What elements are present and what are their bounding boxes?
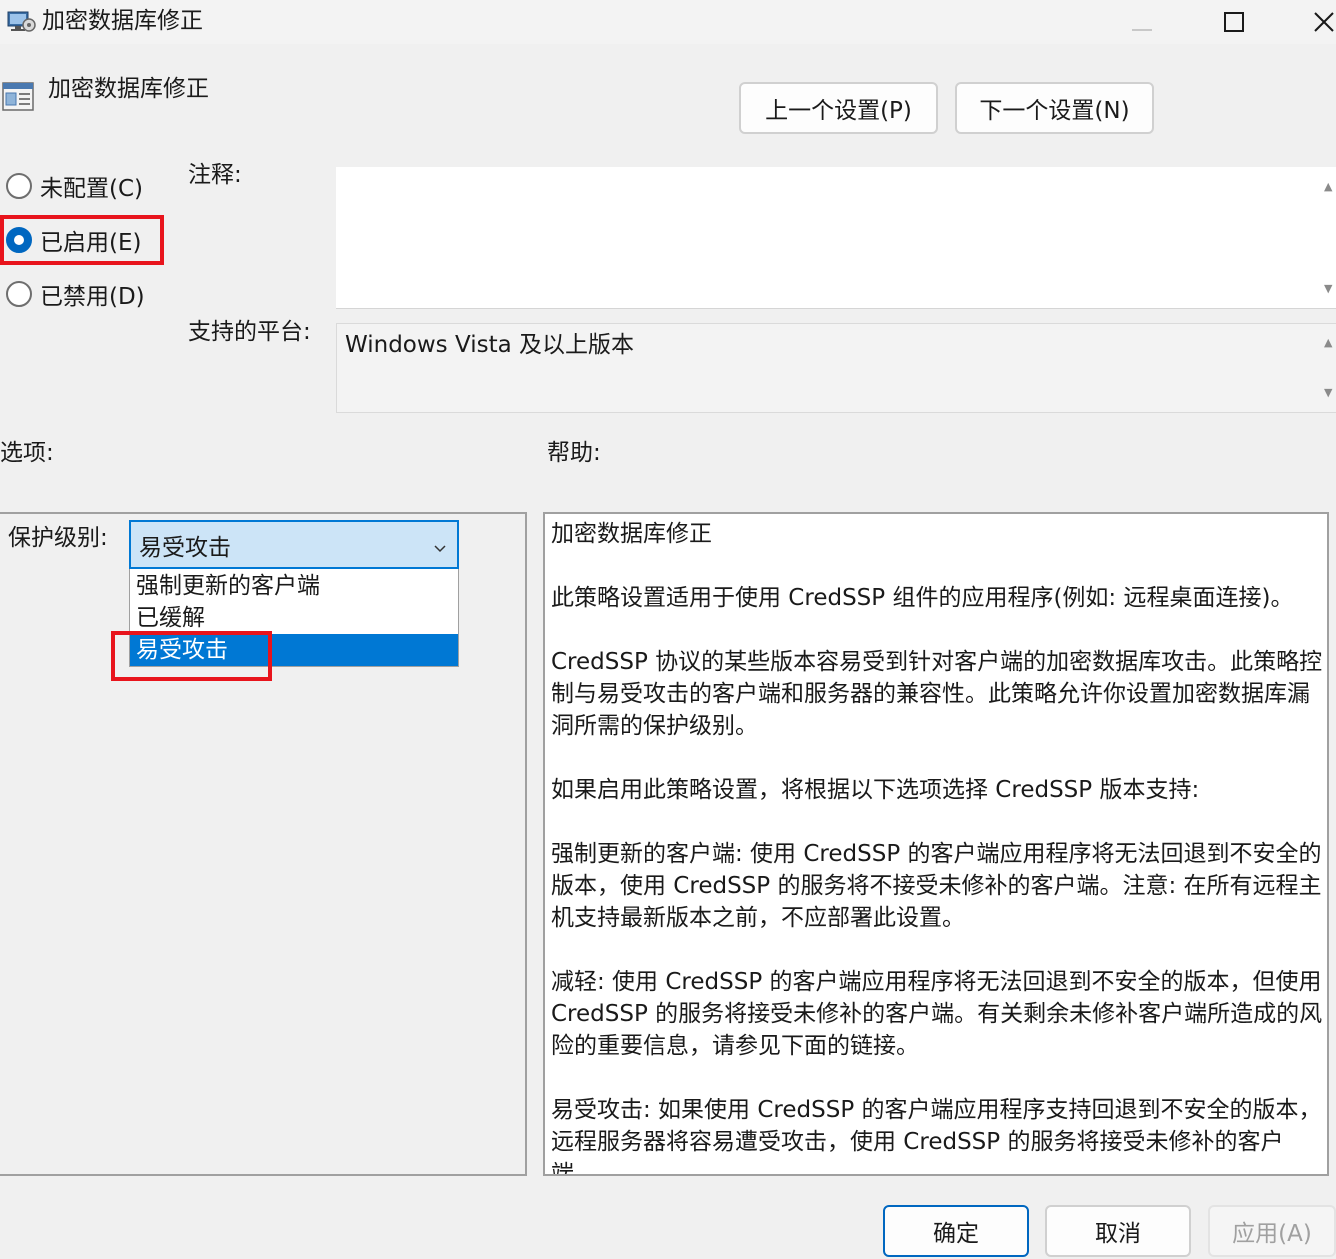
window-title: 加密数据库修正 <box>42 8 203 34</box>
group-policy-app-icon <box>6 8 36 34</box>
cancel-button[interactable]: 取消 <box>1045 1205 1191 1257</box>
help-text: 加密数据库修正 此策略设置适用于使用 CredSSP 组件的应用程序(例如: 远… <box>551 518 1323 1176</box>
help-paragraph: 如果启用此策略设置，将根据以下选项选择 CredSSP 版本支持: <box>551 777 1200 803</box>
radio-not-configured-label: 未配置(C) <box>40 176 144 202</box>
maximize-icon[interactable] <box>1206 0 1262 44</box>
scroll-down-icon[interactable]: ▼ <box>1324 386 1332 399</box>
radio-disabled[interactable]: 已禁用(D) <box>6 277 145 311</box>
ok-button[interactable]: 确定 <box>883 1205 1029 1257</box>
platform-value: Windows Vista 及以上版本 <box>345 332 635 358</box>
minimize-icon[interactable] <box>1114 0 1170 44</box>
protection-level-label: 保护级别: <box>8 525 108 551</box>
radio-not-configured[interactable]: 未配置(C) <box>6 169 143 203</box>
comment-textarea[interactable] <box>336 167 1336 309</box>
policy-name-heading: 加密数据库修正 <box>48 76 209 102</box>
chevron-down-icon[interactable] <box>433 536 447 562</box>
help-label: 帮助: <box>547 440 601 466</box>
protection-level-selected: 易受攻击 <box>139 534 231 561</box>
scroll-down-icon[interactable]: ▼ <box>1324 282 1332 295</box>
scroll-up-icon[interactable]: ▲ <box>1324 336 1332 349</box>
help-paragraph: 易受攻击: 如果使用 CredSSP 的客户端应用程序支持回退到不安全的版本，远… <box>551 1097 1322 1176</box>
next-setting-button[interactable]: 下一个设置(N) <box>955 82 1154 134</box>
radio-circle[interactable] <box>6 281 32 307</box>
policy-setting-icon <box>2 80 36 112</box>
radio-circle[interactable] <box>6 173 32 199</box>
dropdown-item[interactable]: 强制更新的客户端 <box>130 570 458 602</box>
help-paragraph: 加密数据库修正 <box>551 521 712 547</box>
dropdown-item[interactable]: 已缓解 <box>130 602 458 634</box>
help-paragraph: CredSSP 协议的某些版本容易受到针对客户端的加密数据库攻击。此策略控制与易… <box>551 649 1323 739</box>
previous-setting-button[interactable]: 上一个设置(P) <box>739 82 938 134</box>
highlight-box-vulnerable <box>111 631 272 681</box>
apply-button[interactable]: 应用(A) <box>1208 1205 1336 1257</box>
protection-level-select[interactable]: 易受攻击 <box>129 520 459 569</box>
help-paragraph: 减轻: 使用 CredSSP 的客户端应用程序将无法回退到不安全的版本，但使用 … <box>551 969 1323 1059</box>
comment-label: 注释: <box>188 162 242 188</box>
platform-label: 支持的平台: <box>188 319 311 345</box>
close-icon[interactable] <box>1296 0 1336 44</box>
radio-disabled-label: 已禁用(D) <box>40 284 145 310</box>
highlight-box-enabled <box>0 215 164 265</box>
scroll-up-icon[interactable]: ▲ <box>1324 180 1332 193</box>
help-pane[interactable]: 加密数据库修正 此策略设置适用于使用 CredSSP 组件的应用程序(例如: 远… <box>543 512 1329 1176</box>
options-label: 选项: <box>0 440 54 466</box>
help-paragraph: 强制更新的客户端: 使用 CredSSP 的客户端应用程序将无法回退到不安全的版… <box>551 841 1322 931</box>
help-paragraph: 此策略设置适用于使用 CredSSP 组件的应用程序(例如: 远程桌面连接)。 <box>551 585 1294 611</box>
